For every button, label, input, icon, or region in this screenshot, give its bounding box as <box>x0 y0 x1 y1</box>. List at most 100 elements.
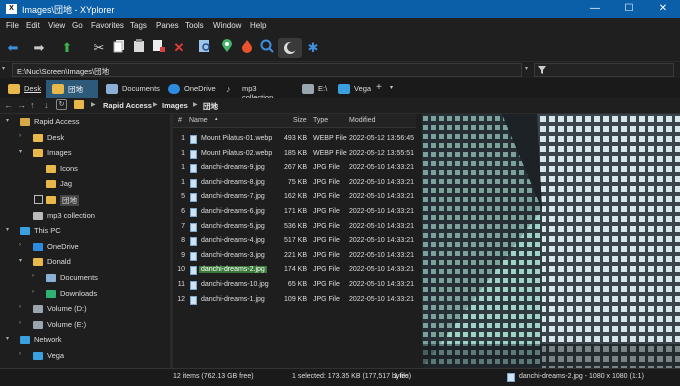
copy-to-icon[interactable] <box>150 39 168 57</box>
chevron-right-icon[interactable]: › <box>19 304 21 310</box>
filter-input[interactable] <box>534 63 674 77</box>
dark-mode-button[interactable] <box>278 38 302 58</box>
file-name: Mount Pilatus-02.webp <box>201 149 273 157</box>
location-icon[interactable] <box>218 39 236 57</box>
tab-onedrive[interactable]: OneDrive <box>162 80 218 98</box>
file-name: Mount Pilatus-01.webp <box>201 135 273 142</box>
crumb-current[interactable]: 団地 <box>203 101 218 112</box>
menu-view[interactable]: View <box>48 21 65 30</box>
address-history-icon[interactable]: ▾ <box>525 65 528 72</box>
find-icon[interactable] <box>196 39 214 57</box>
crumb-images[interactable]: Images <box>162 101 188 110</box>
file-icon <box>507 373 515 382</box>
crumb-forward-icon[interactable]: → <box>17 100 26 110</box>
menu-file[interactable]: File <box>6 21 19 30</box>
chevron-right-icon[interactable]: › <box>19 320 21 326</box>
crumb-refresh-icon[interactable]: ↻ <box>56 99 67 110</box>
tree-node[interactable]: ▾ Images <box>0 147 170 161</box>
image-preview <box>422 114 680 368</box>
tab-vega[interactable]: Vega <box>332 80 372 98</box>
chevron-down-icon[interactable]: ▾ <box>6 226 9 233</box>
tab-desk[interactable]: Desk <box>2 80 44 98</box>
settings-icon[interactable]: ✱ <box>304 39 322 57</box>
file-row[interactable]: 1 danchi-dreams-9.jpg 267 KB JPG File 2022-0… <box>173 161 416 176</box>
menu-tags[interactable]: Tags <box>130 21 147 30</box>
file-row[interactable]: 10 danchi-dreams-2.jpg 174 KB JPG File 2022-… <box>173 263 416 278</box>
up-icon[interactable]: ⬆ <box>58 39 76 57</box>
close-button[interactable]: ✕ <box>646 0 680 18</box>
new-tab-button[interactable]: + <box>376 82 382 93</box>
tree-node[interactable]: ▾ Rapid Access <box>0 116 170 130</box>
col-num[interactable]: # <box>178 117 182 124</box>
maximize-button[interactable]: ☐ <box>612 0 646 18</box>
tab-documents[interactable]: Documents <box>100 80 160 98</box>
tree-node[interactable]: ▾ This PC <box>0 225 170 239</box>
chevron-right-icon: ▶ <box>153 102 158 108</box>
search-icon[interactable] <box>258 39 276 57</box>
copy-icon[interactable] <box>110 39 128 57</box>
menu-go[interactable]: Go <box>72 21 83 30</box>
minimize-button[interactable]: — <box>578 0 612 18</box>
address-bar: ▾ E:\Nuc\Screen\Images\団地 ▾ <box>0 62 680 78</box>
file-row[interactable]: 12 danchi-dreams-1.jpg 109 KB JPG File 2022-… <box>173 293 416 308</box>
tree-node[interactable]: › Vega <box>0 350 170 364</box>
tab-active-folder[interactable]: 団地 <box>46 80 98 98</box>
chevron-right-icon[interactable]: › <box>19 242 21 248</box>
tab-mp3-collection[interactable]: ♪ mp3 collection <box>220 80 294 102</box>
col-type[interactable]: Type <box>313 117 328 124</box>
tree-node[interactable]: Icons <box>0 163 170 177</box>
tree-node[interactable]: › OneDrive <box>0 241 170 255</box>
chevron-right-icon[interactable]: › <box>19 133 21 139</box>
back-icon[interactable]: ⬅ <box>4 39 22 57</box>
chevron-down-icon[interactable]: ▾ <box>6 335 9 342</box>
chevron-down-icon[interactable]: ▾ <box>6 117 9 124</box>
chevron-down-icon[interactable]: ▾ <box>19 257 22 264</box>
menu-edit[interactable]: Edit <box>26 21 40 30</box>
chevron-right-icon[interactable]: › <box>32 289 34 295</box>
tree-node[interactable]: › Desk <box>0 132 170 146</box>
address-input[interactable]: E:\Nuc\Screen\Images\団地 <box>12 63 522 77</box>
chevron-right-icon[interactable]: › <box>32 273 34 279</box>
file-row[interactable]: 8 danchi-dreams-4.jpg 517 KB JPG File 2022-0… <box>173 234 416 249</box>
tree-node[interactable]: 団地 <box>0 194 170 208</box>
tree-node[interactable]: › Volume (D:) <box>0 303 170 317</box>
file-row[interactable]: 9 danchi-dreams-3.jpg 221 KB JPG File 2022-0… <box>173 249 416 264</box>
checkbox[interactable] <box>34 195 43 204</box>
cut-icon[interactable]: ✂ <box>90 39 108 57</box>
paste-icon[interactable] <box>130 39 148 57</box>
tree-node[interactable]: › Volume (E:) <box>0 319 170 333</box>
menu-window[interactable]: Window <box>213 21 241 30</box>
chevron-down-icon[interactable]: ▾ <box>19 148 22 155</box>
tree-node[interactable]: mp3 collection <box>0 210 170 224</box>
col-name[interactable]: Name <box>189 117 208 124</box>
tab-drive-e[interactable]: E:\ <box>296 80 330 98</box>
forward-icon[interactable]: ➡ <box>30 39 48 57</box>
tree-node[interactable]: › Documents <box>0 272 170 286</box>
crumb-rapid-access[interactable]: Rapid Access <box>103 101 152 110</box>
file-row[interactable]: 1 danchi-dreams-8.jpg 75 KB JPG File 2022-05… <box>173 176 416 191</box>
menu-tools[interactable]: Tools <box>185 21 204 30</box>
menu-help[interactable]: Help <box>250 21 266 30</box>
hot-icon[interactable] <box>238 39 256 57</box>
address-dropdown-icon[interactable]: ▾ <box>2 65 5 72</box>
crumb-up-icon[interactable]: ↑ <box>30 100 35 110</box>
menu-favorites[interactable]: Favorites <box>91 21 124 30</box>
crumb-back-icon[interactable]: ← <box>4 100 13 110</box>
menu-panes[interactable]: Panes <box>156 21 179 30</box>
file-row[interactable]: 1 Mount Pilatus-01.webp 493 KB WEBP File 202… <box>173 132 416 147</box>
file-row[interactable]: 1 Mount Pilatus-02.webp 185 KB WEBP File 202… <box>173 147 416 162</box>
crumb-down-icon[interactable]: ↓ <box>44 100 49 110</box>
file-row[interactable]: 5 danchi-dreams-7.jpg 162 KB JPG File 2022-0… <box>173 190 416 205</box>
tree-node[interactable]: ▾ Network <box>0 334 170 348</box>
file-row[interactable]: 7 danchi-dreams-5.jpg 536 KB JPG File 2022-0… <box>173 220 416 235</box>
file-row[interactable]: 6 danchi-dreams-6.jpg 171 KB JPG File 2022-0… <box>173 205 416 220</box>
tree-node[interactable]: › Downloads <box>0 288 170 302</box>
col-size[interactable]: Size <box>293 117 307 124</box>
file-row[interactable]: 11 danchi-dreams-10.jpg 65 KB JPG File 2022-… <box>173 278 416 293</box>
tree-node[interactable]: ▾ Donald <box>0 256 170 270</box>
chevron-right-icon[interactable]: › <box>19 351 21 357</box>
tree-node[interactable]: Jag <box>0 178 170 192</box>
delete-icon[interactable]: ✕ <box>170 39 188 57</box>
tab-list-icon[interactable]: ▾ <box>390 84 393 91</box>
col-modified[interactable]: Modified <box>349 117 375 124</box>
